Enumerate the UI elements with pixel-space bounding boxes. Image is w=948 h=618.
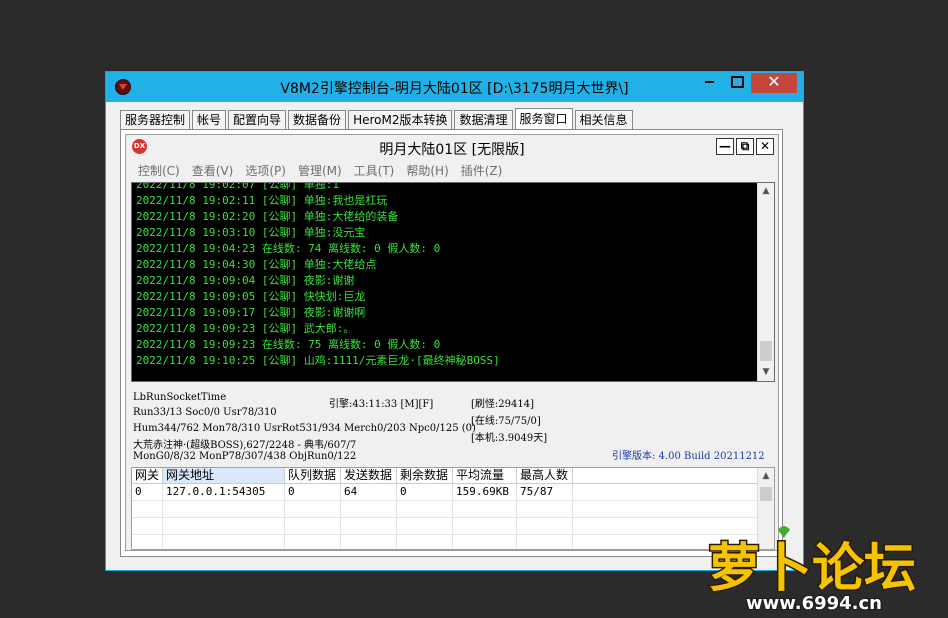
log-scrollbar[interactable]: ▲ ▼: [757, 183, 774, 381]
cell-remaining: 0: [397, 484, 453, 500]
cell-queue: 0: [285, 484, 341, 500]
log-line: 2022/11/8 19:04:30 [公聊] 单独:大佬给点: [136, 258, 377, 271]
boss-status: 大荒赤注神·(超级BOSS),627/2248 - 典韦/607/7: [133, 440, 357, 451]
table-row-empty: [132, 518, 774, 535]
log-line: 2022/11/8 19:02:07 [公聊] 单独:1: [136, 182, 339, 191]
cell-avg-traffic: 159.69KB: [453, 484, 517, 500]
col-queue-data[interactable]: 队列数据: [285, 468, 341, 483]
service-window: DX 明月大陆01区 [无限版] — ⧉ ✕ 控制(C) 查看(V) 选项(P)…: [125, 134, 779, 551]
col-avg-traffic[interactable]: 平均流量: [453, 468, 517, 483]
col-remaining-data[interactable]: 剩余数据: [397, 468, 453, 483]
log-line: 2022/11/8 19:09:23 [公聊] 武大郎:。: [136, 322, 355, 335]
restore-icon[interactable]: ⧉: [736, 138, 754, 155]
local-uptime: [本机:3.9049天]: [471, 433, 548, 444]
table-row-empty: [132, 501, 774, 518]
log-line: 2022/11/8 19:09:04 [公聊] 夜影:谢谢: [136, 274, 355, 287]
tab-data-backup[interactable]: 数据备份: [288, 110, 347, 129]
svg-text:www.6994.cn: www.6994.cn: [746, 593, 882, 614]
status-panel: LbRunSocketTime 引擎:43:11:33 [M][F] [刷怪:2…: [131, 388, 776, 466]
window-title-bar[interactable]: V8M2引擎控制台-明月大陆01区 [D:\3175明月大世界\] ✕: [106, 72, 803, 102]
mon-status: MonG0/8/32 MonP78/307/438 ObjRun0/122: [133, 451, 357, 462]
col-gateway-address[interactable]: 网关地址: [163, 468, 285, 483]
log-line: 2022/11/8 19:03:10 [公聊] 单独:没元宝: [136, 226, 366, 239]
service-window-title-bar[interactable]: DX 明月大陆01区 [无限版] — ⧉ ✕: [126, 135, 778, 160]
scroll-thumb[interactable]: [760, 341, 772, 361]
forum-watermark-logo: 萝卜论坛 www.6994.cn: [707, 526, 918, 615]
menu-options[interactable]: 选项(P): [239, 160, 292, 180]
scroll-up-icon[interactable]: ▲: [758, 183, 774, 200]
engine-time: 引擎:43:11:33 [M][F]: [329, 399, 434, 410]
scroll-up-icon[interactable]: ▲: [758, 468, 774, 485]
scroll-thumb[interactable]: [760, 487, 772, 501]
menu-bar: 控制(C) 查看(V) 选项(P) 管理(M) 工具(T) 帮助(H) 插件(Z…: [126, 160, 778, 180]
tab-service-window[interactable]: 服务窗口: [514, 108, 573, 129]
table-row[interactable]: 0 127.0.0.1:54305 0 64 0 159.69KB 75/87: [132, 484, 774, 501]
minimize-button[interactable]: [695, 73, 723, 93]
table-header: 网关 网关地址 队列数据 发送数据 剩余数据 平均流量 最高人数: [132, 468, 774, 484]
col-max-users[interactable]: 最高人数: [517, 468, 573, 483]
gateway-table[interactable]: 网关 网关地址 队列数据 发送数据 剩余数据 平均流量 最高人数 0 127.0…: [131, 467, 775, 550]
log-console[interactable]: 2022/11/8 19:02:07 [公聊] 单独:1 2022/11/8 1…: [131, 182, 775, 382]
socket-status: LbRunSocketTime: [133, 392, 227, 403]
tab-related-info[interactable]: 相关信息: [574, 110, 633, 129]
tab-config-wizard[interactable]: 配置向导: [228, 110, 287, 129]
monster-refresh: [刷怪:29414]: [471, 399, 534, 410]
maximize-button[interactable]: [723, 73, 751, 93]
minimize-icon[interactable]: —: [716, 138, 734, 155]
svg-text:萝卜论坛: 萝卜论坛: [708, 539, 916, 599]
log-line: 2022/11/8 19:09:17 [公聊] 夜影:谢谢啊: [136, 306, 366, 319]
menu-view[interactable]: 查看(V): [186, 160, 240, 180]
menu-plugins[interactable]: 插件(Z): [455, 160, 509, 180]
cell-sent: 64: [341, 484, 397, 500]
log-line: 2022/11/8 19:10:25 [公聊] 山鸡:1111/元素巨龙·[最终…: [136, 354, 500, 367]
table-row-empty: [132, 535, 774, 549]
tab-account[interactable]: 帐号: [192, 110, 227, 129]
hum-status: Hum344/762 Mon78/310 UsrRot531/934 Merch…: [133, 423, 476, 434]
cell-max-users: 75/87: [517, 484, 573, 500]
log-line: 2022/11/8 19:09:05 [公聊] 快快划:巨龙: [136, 290, 366, 303]
scroll-down-icon[interactable]: ▼: [758, 364, 774, 381]
log-line: 2022/11/8 19:09:23 在线数: 75 离线数: 0 假人数: 0: [136, 338, 441, 351]
run-status: Run33/13 Soc0/0 Usr78/310: [133, 407, 277, 418]
menu-tools[interactable]: 工具(T): [348, 160, 401, 180]
col-gateway[interactable]: 网关: [132, 468, 163, 483]
tab-data-cleanup[interactable]: 数据清理: [454, 110, 513, 129]
menu-control[interactable]: 控制(C): [132, 160, 186, 180]
col-sent-data[interactable]: 发送数据: [341, 468, 397, 483]
log-line: 2022/11/8 19:04:23 在线数: 74 离线数: 0 假人数: 0: [136, 242, 441, 255]
cell-gateway: 0: [132, 484, 163, 500]
tab-herom2-convert[interactable]: HeroM2版本转换: [348, 110, 453, 129]
close-button[interactable]: ✕: [751, 73, 797, 93]
tab-server-control[interactable]: 服务器控制: [120, 110, 191, 129]
log-line: 2022/11/8 19:02:20 [公聊] 单独:大佬给的装备: [136, 210, 399, 223]
log-lines: 2022/11/8 19:02:07 [公聊] 单独:1 2022/11/8 1…: [136, 182, 500, 369]
close-icon[interactable]: ✕: [756, 138, 774, 155]
tab-panel: DX 明月大陆01区 [无限版] — ⧉ ✕ 控制(C) 查看(V) 选项(P)…: [120, 129, 783, 557]
service-window-title: 明月大陆01区 [无限版]: [379, 142, 525, 158]
menu-help[interactable]: 帮助(H): [400, 160, 454, 180]
log-line: 2022/11/8 19:02:11 [公聊] 单独:我也是杠玩: [136, 194, 388, 207]
cell-address: 127.0.0.1:54305: [163, 484, 285, 500]
engine-version: 引擎版本: 4.00 Build 20211212: [612, 451, 765, 462]
engine-console-window: V8M2引擎控制台-明月大陆01区 [D:\3175明月大世界\] ✕ 服务器控…: [105, 71, 804, 571]
menu-manage[interactable]: 管理(M): [292, 160, 348, 180]
tab-bar: 服务器控制 帐号 配置向导 数据备份 HeroM2版本转换 数据清理 服务窗口 …: [120, 108, 635, 129]
online-count: [在线:75/75/0]: [471, 416, 541, 427]
